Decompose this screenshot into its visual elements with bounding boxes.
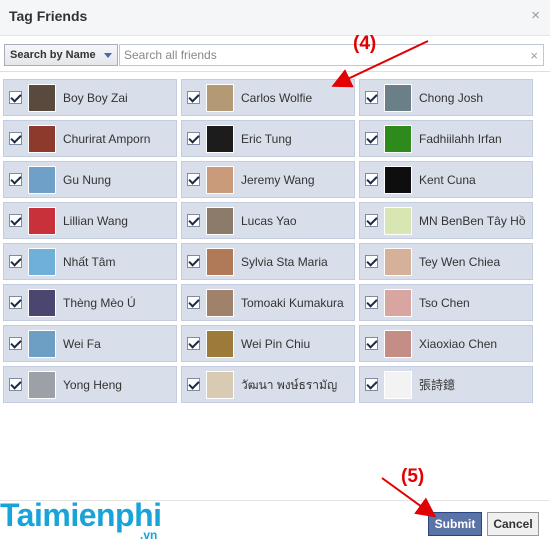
annotation-arrows xyxy=(331,40,437,518)
annotation-step-4: (4) xyxy=(353,33,377,54)
arrow-to-friend-list xyxy=(331,40,429,88)
annotation-step-5: (5) xyxy=(401,466,425,487)
